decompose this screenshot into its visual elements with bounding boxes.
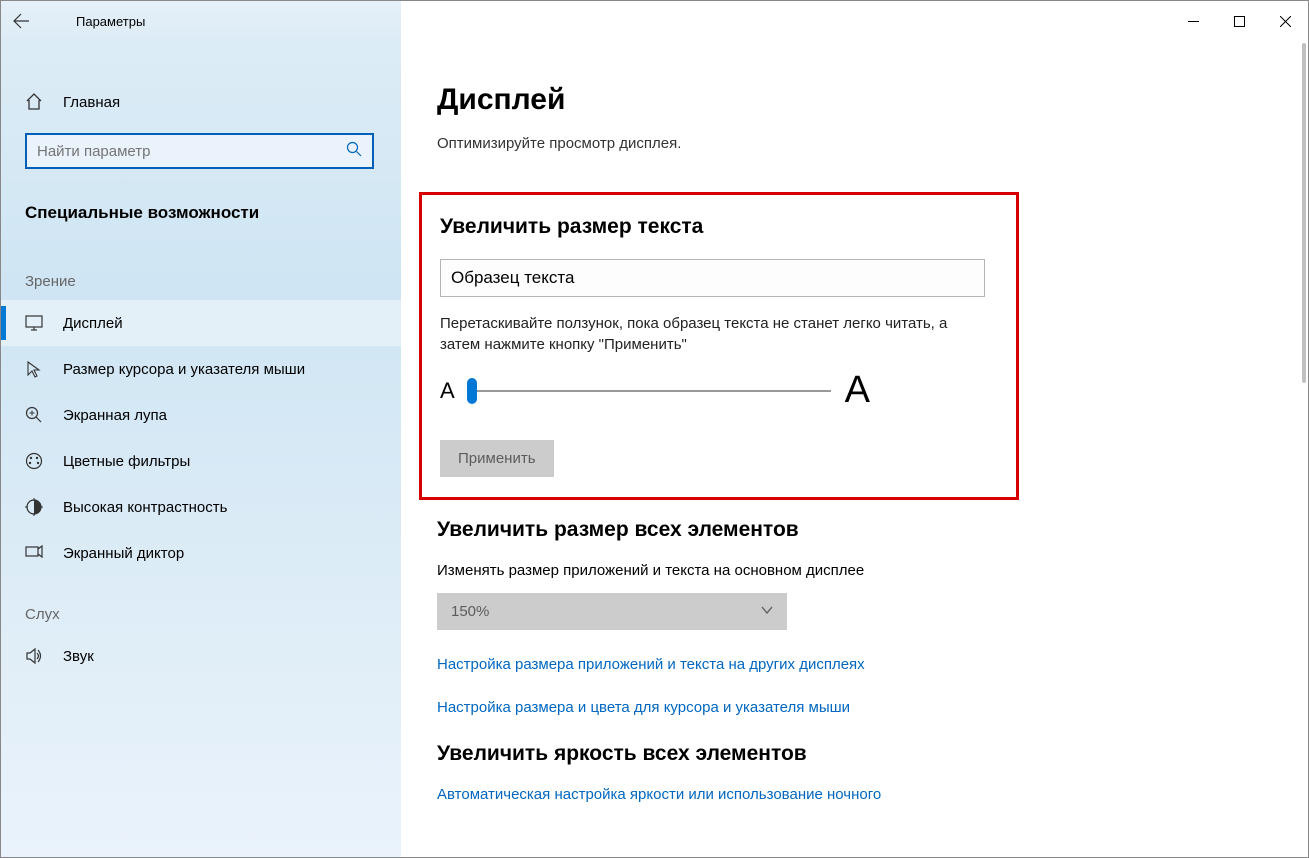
- scrollbar-thumb[interactable]: [1302, 43, 1306, 383]
- contrast-icon: [25, 498, 43, 516]
- scale-select-value: 150%: [451, 603, 489, 620]
- text-size-heading: Увеличить размер текста: [440, 215, 1016, 239]
- text-size-hint: Перетаскивайте ползунок, пока образец те…: [440, 313, 985, 355]
- text-size-slider[interactable]: [469, 390, 831, 392]
- minimize-icon: [1188, 16, 1199, 27]
- arrow-left-icon: [13, 13, 29, 29]
- link-cursor-size-color[interactable]: Настройка размера и цвета для курсора и …: [437, 699, 1037, 716]
- titlebar: Параметры: [1, 1, 1308, 41]
- sidebar-item-label: Высокая контрастность: [63, 499, 227, 516]
- slider-letter-small: A: [440, 378, 455, 404]
- titlebar-left: Параметры: [1, 1, 401, 41]
- close-button[interactable]: [1262, 5, 1308, 37]
- window-controls: [1170, 5, 1308, 37]
- section-enlarge-all: Увеличить размер всех элементов Изменять…: [437, 518, 1037, 716]
- back-button[interactable]: [1, 1, 41, 41]
- close-icon: [1280, 16, 1291, 27]
- titlebar-right: [401, 1, 1308, 41]
- maximize-icon: [1234, 16, 1245, 27]
- sidebar-item-label: Звук: [63, 648, 94, 665]
- settings-window: Параметры Главная: [0, 0, 1309, 858]
- sidebar-item-magnifier[interactable]: Экранная лупа: [1, 392, 401, 438]
- slider-letter-big: A: [845, 369, 870, 412]
- sidebar-item-display[interactable]: Дисплей: [1, 300, 401, 346]
- app-title: Параметры: [41, 14, 145, 29]
- sidebar-section-header: Специальные возможности: [1, 193, 401, 243]
- sample-text-box: Образец текста: [440, 259, 985, 297]
- sidebar-item-label: Экранная лупа: [63, 407, 167, 424]
- slider-thumb[interactable]: [467, 378, 477, 404]
- text-size-highlight: Увеличить размер текста Образец текста П…: [419, 192, 1019, 500]
- sidebar-item-cursor[interactable]: Размер курсора и указателя мыши: [1, 346, 401, 392]
- page-subtitle: Оптимизируйте просмотр дисплея.: [437, 135, 1308, 152]
- sidebar-item-label: Дисплей: [63, 315, 123, 332]
- main-content: Дисплей Оптимизируйте просмотр дисплея. …: [401, 41, 1308, 857]
- magnifier-icon: [25, 406, 43, 424]
- search-input[interactable]: [37, 143, 346, 160]
- scale-select[interactable]: 150%: [437, 593, 787, 630]
- speaker-icon: [25, 647, 43, 665]
- chevron-down-icon: [761, 603, 773, 620]
- enlarge-all-heading: Увеличить размер всех элементов: [437, 518, 1037, 542]
- search-icon: [346, 141, 362, 161]
- scrollbar[interactable]: [1302, 43, 1306, 855]
- sidebar-item-high-contrast[interactable]: Высокая контрастность: [1, 484, 401, 530]
- nav-home-label: Главная: [63, 94, 120, 111]
- sidebar-item-label: Размер курсора и указателя мыши: [63, 361, 305, 378]
- sidebar-item-label: Цветные фильтры: [63, 453, 190, 470]
- sidebar-item-narrator[interactable]: Экранный диктор: [1, 530, 401, 576]
- category-hearing: Слух: [1, 576, 401, 633]
- minimize-button[interactable]: [1170, 5, 1216, 37]
- monitor-icon: [25, 314, 43, 332]
- sidebar-item-color-filters[interactable]: Цветные фильтры: [1, 438, 401, 484]
- search-wrap: [1, 123, 401, 193]
- link-other-displays[interactable]: Настройка размера приложений и текста на…: [437, 656, 1037, 673]
- cursor-icon: [25, 360, 43, 378]
- sidebar: Главная Специальные возможности Зрение Д…: [1, 41, 401, 857]
- text-size-slider-row: A A: [440, 369, 870, 412]
- enlarge-all-desc: Изменять размер приложений и текста на о…: [437, 562, 1037, 579]
- page-title: Дисплей: [437, 83, 1308, 117]
- narrator-icon: [25, 544, 43, 562]
- maximize-button[interactable]: [1216, 5, 1262, 37]
- search-box[interactable]: [25, 133, 374, 169]
- palette-icon: [25, 452, 43, 470]
- category-vision: Зрение: [1, 243, 401, 300]
- apply-button[interactable]: Применить: [440, 440, 554, 477]
- home-icon: [25, 93, 43, 111]
- section-brightness: Увеличить яркость всех элементов Автомат…: [437, 742, 1037, 803]
- sidebar-item-audio[interactable]: Звук: [1, 633, 401, 679]
- nav-home[interactable]: Главная: [1, 81, 401, 123]
- window-body: Главная Специальные возможности Зрение Д…: [1, 41, 1308, 857]
- brightness-heading: Увеличить яркость всех элементов: [437, 742, 1037, 766]
- link-auto-brightness[interactable]: Автоматическая настройка яркости или исп…: [437, 786, 1037, 803]
- sidebar-item-label: Экранный диктор: [63, 545, 184, 562]
